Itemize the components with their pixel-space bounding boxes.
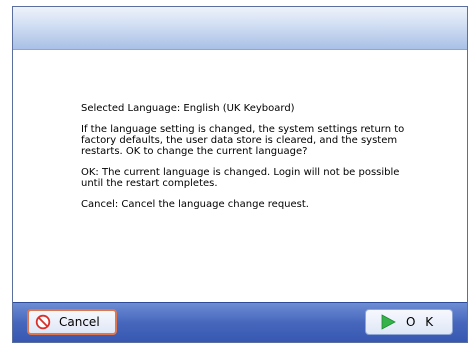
cancel-explanation-text: Cancel: Cancel the language change reque… (81, 199, 309, 210)
ok-button-label: O K (406, 315, 437, 329)
ok-button[interactable]: O K (365, 309, 453, 335)
prohibit-icon (35, 314, 51, 330)
cancel-button[interactable]: Cancel (27, 309, 117, 335)
play-arrow-icon (380, 314, 396, 330)
selected-language-text: Selected Language: English (UK Keyboard) (81, 103, 295, 114)
ok-explanation-text: OK: The current language is changed. Log… (81, 167, 400, 189)
dialog-window: Selected Language: English (UK Keyboard)… (12, 6, 468, 343)
footer-bar: Cancel O K (13, 302, 467, 342)
cancel-button-label: Cancel (59, 315, 100, 329)
header-bar (13, 7, 467, 50)
message-body: Selected Language: English (UK Keyboard)… (81, 103, 411, 220)
warning-text: If the language setting is changed, the … (81, 124, 405, 157)
